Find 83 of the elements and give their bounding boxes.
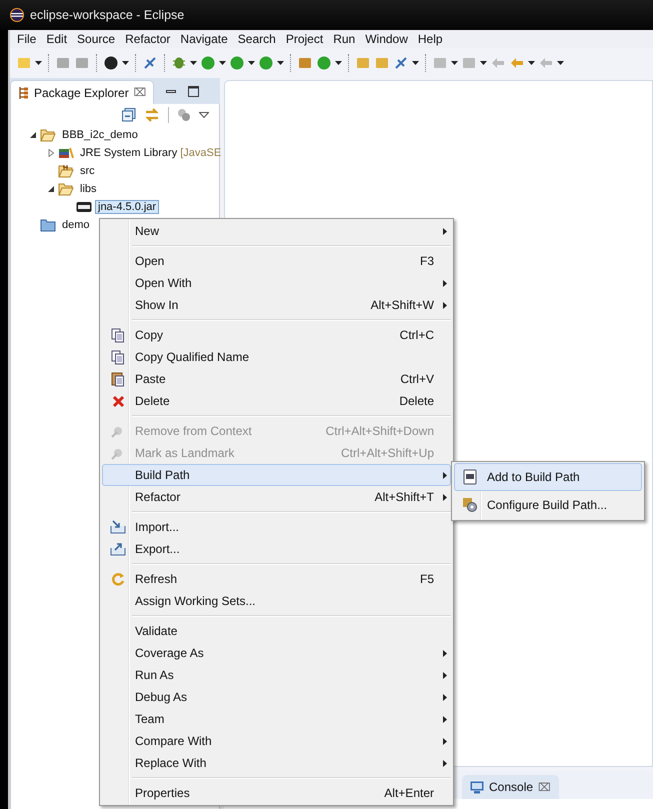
dropdown-caret-icon[interactable] [277, 61, 284, 65]
menu-item[interactable]: Delete Delete [102, 390, 451, 412]
console-tab[interactable]: Console ⌧ [462, 775, 560, 799]
menu-item[interactable]: Assign Working Sets... [102, 590, 451, 612]
package-explorer-tab[interactable]: Package Explorer ⌧ [10, 80, 154, 104]
package-tree-icon [19, 86, 29, 98]
open-folder-icon [58, 182, 74, 196]
tree-item[interactable]: libs [77, 182, 100, 196]
menu-item[interactable]: Open F3 [102, 250, 451, 272]
filter-icon[interactable] [177, 108, 191, 122]
menu-item[interactable]: Refactor Alt+Shift+T [102, 486, 451, 508]
dropdown-caret-icon[interactable] [480, 61, 487, 65]
dropdown-caret-icon[interactable] [528, 61, 535, 65]
menu-item[interactable]: Show In Alt+Shift+W [102, 294, 451, 316]
menu-item[interactable]: Replace With [102, 752, 451, 774]
menu-item[interactable]: Validate [102, 620, 451, 642]
dropdown-caret-icon[interactable] [557, 61, 564, 65]
dropdown-caret-icon[interactable] [335, 61, 342, 65]
dropdown-caret-icon[interactable] [219, 61, 226, 65]
dropdown-caret-icon[interactable] [35, 61, 42, 65]
menu-item[interactable]: Copy Qualified Name [102, 346, 451, 368]
export-icon [110, 542, 126, 556]
closed-folder-icon [40, 218, 56, 232]
link-icon[interactable] [144, 108, 160, 122]
maximize-icon[interactable] [188, 86, 199, 97]
import-icon [110, 520, 126, 534]
expanded-arrow-icon[interactable] [29, 131, 37, 139]
jar-file-icon [463, 469, 477, 485]
menu-item[interactable]: New [102, 220, 451, 242]
close-icon[interactable]: ⌧ [538, 780, 552, 794]
copy-icon [111, 350, 125, 364]
clipboard-icon [111, 372, 125, 386]
dropdown-caret-icon[interactable] [451, 61, 458, 65]
menu-item[interactable]: Copy Ctrl+C [102, 324, 451, 346]
toolbar-icon[interactable] [103, 55, 119, 71]
menu-item[interactable]: Build Path [102, 464, 451, 486]
menu-item[interactable]: Debug As [102, 686, 451, 708]
menu-item[interactable]: Source [72, 32, 120, 46]
dropdown-caret-icon[interactable] [412, 61, 419, 65]
dropdown-caret-icon[interactable] [190, 61, 197, 65]
menu-item[interactable]: Open With [102, 272, 451, 294]
menu-item[interactable]: Paste Ctrl+V [102, 368, 451, 390]
expanded-arrow-icon[interactable] [47, 185, 55, 193]
collapsed-arrow-icon[interactable] [47, 149, 55, 157]
menu-item[interactable]: Run [328, 32, 360, 46]
menu-item[interactable]: Import... [102, 516, 451, 538]
tree-item[interactable]: jna-4.5.0.jar [95, 200, 160, 214]
collapse-all-icon[interactable] [122, 108, 136, 122]
eclipse-logo-icon [10, 8, 24, 22]
menu-item[interactable]: Coverage As [102, 642, 451, 664]
menu-item[interactable]: Edit [41, 32, 72, 46]
copy-icon [111, 328, 125, 342]
view-menu-icon[interactable] [199, 112, 209, 118]
menu-item[interactable]: Compare With [102, 730, 451, 752]
tree-item[interactable]: JRE System Library [JavaSE [77, 146, 224, 160]
menu-item[interactable]: Project [280, 32, 328, 46]
tree-item[interactable]: src [77, 164, 98, 178]
menu-item[interactable]: Refactor [120, 32, 176, 46]
menu-item[interactable]: Export... [102, 538, 451, 560]
books-icon [58, 146, 74, 160]
menu-item[interactable]: Add to Build Path [454, 463, 642, 491]
window-title: eclipse-workspace - Eclipse [30, 8, 184, 22]
menu-item[interactable]: Properties Alt+Enter [102, 782, 451, 804]
menu-item[interactable]: Search [232, 32, 281, 46]
open-folder-icon [40, 128, 56, 142]
menu-item[interactable]: Run As [102, 664, 451, 686]
delete-icon [112, 394, 124, 408]
menu-item[interactable]: Window [360, 32, 413, 46]
dropdown-caret-icon[interactable] [122, 61, 129, 65]
package-folder-icon [58, 164, 74, 178]
menu-item[interactable]: Configure Build Path... [454, 491, 642, 519]
menu-item[interactable]: Navigate [175, 32, 233, 46]
menu-item[interactable]: Help [412, 32, 448, 46]
menu-item[interactable]: File [12, 32, 42, 46]
menu-item[interactable]: Refresh F5 [102, 568, 451, 590]
jar-icon [76, 200, 92, 214]
tree-item[interactable]: demo [59, 218, 93, 232]
refresh-icon [111, 572, 125, 586]
dropdown-caret-icon[interactable] [248, 61, 255, 65]
monitor-icon [470, 780, 484, 794]
menu-item[interactable]: Team [102, 708, 451, 730]
tree-item[interactable]: BBB_i2c_demo [59, 128, 141, 142]
close-icon[interactable]: ⌧ [134, 86, 147, 99]
